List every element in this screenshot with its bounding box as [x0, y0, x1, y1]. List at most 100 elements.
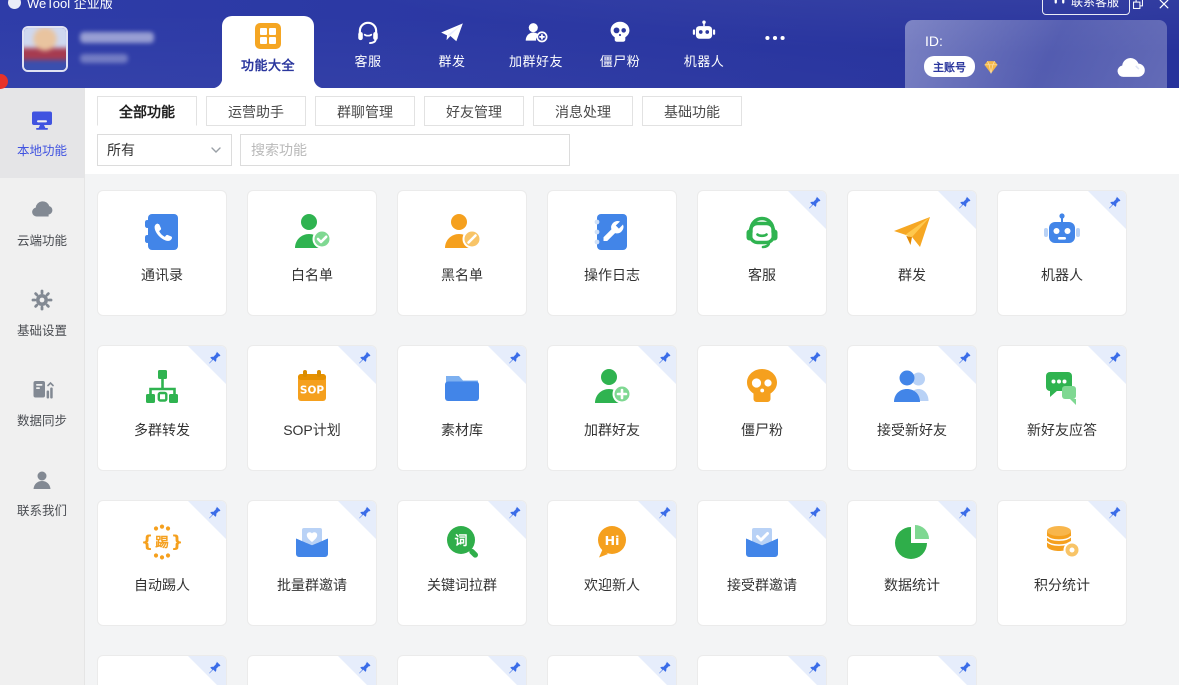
feature-card-白名单[interactable]: 白名单: [247, 190, 377, 316]
tab-基础功能[interactable]: 基础功能: [642, 96, 742, 126]
feature-card-label: 数据统计: [884, 577, 940, 593]
cloud-icon: [30, 198, 54, 222]
feature-card-素材库[interactable]: 素材库: [397, 345, 527, 471]
feature-card-自动踢人[interactable]: {} 踢自动踢人: [97, 500, 227, 626]
contact-support-button[interactable]: 联系客服: [1041, 0, 1130, 15]
pin-icon[interactable]: [807, 195, 822, 210]
sidebar: 本地功能 云端功能 基础设置 数据同步联系我们: [0, 88, 85, 685]
more-icon: [762, 25, 788, 51]
feature-card-grid: 通讯录 白名单 黑名单 操作日志 客服 群发 机器人多群转发 SOP SOP计划 素材库 加群好友 僵…: [85, 174, 1179, 685]
pin-icon[interactable]: [507, 660, 522, 675]
pin-icon[interactable]: [357, 350, 372, 365]
feature-card-操作日志[interactable]: 操作日志: [547, 190, 677, 316]
sidebar-item-数据同步[interactable]: 数据同步: [0, 358, 84, 448]
feature-card-客服[interactable]: 客服: [697, 190, 827, 316]
avatar[interactable]: [22, 26, 68, 72]
pin-icon[interactable]: [657, 505, 672, 520]
feature-card-label: 僵尸粉: [741, 422, 783, 438]
feature-card-积分统计[interactable]: 积分统计: [997, 500, 1127, 626]
topnav-item-功能大全[interactable]: 功能大全: [212, 16, 324, 88]
pin-icon[interactable]: [657, 350, 672, 365]
restore-window-icon[interactable]: [1131, 0, 1145, 16]
feature-card-接受群邀请[interactable]: 接受群邀请: [697, 500, 827, 626]
multi-group-forward-icon: [138, 363, 186, 411]
pin-icon[interactable]: [207, 660, 222, 675]
headset-mini-icon: [1053, 0, 1066, 9]
cloud-sync-icon: [1114, 56, 1147, 79]
pin-icon[interactable]: [807, 660, 822, 675]
pin-icon[interactable]: [357, 660, 372, 675]
robot-icon: [691, 19, 717, 45]
pin-icon[interactable]: [1107, 505, 1122, 520]
contacts-icon: [138, 208, 186, 256]
pin-icon[interactable]: [807, 505, 822, 520]
account-name-blurred: [80, 32, 154, 43]
feature-card-批量群邀请[interactable]: 批量群邀请: [247, 500, 377, 626]
tab-群聊管理[interactable]: 群聊管理: [315, 96, 415, 126]
pin-icon[interactable]: [357, 505, 372, 520]
feature-card-partial[interactable]: [847, 655, 977, 685]
feature-card-接受新好友[interactable]: 接受新好友: [847, 345, 977, 471]
topnav-item-机器人[interactable]: 机器人: [662, 18, 746, 70]
feature-card-SOP计划[interactable]: SOP SOP计划: [247, 345, 377, 471]
pin-icon[interactable]: [957, 505, 972, 520]
sidebar-item-基础设置[interactable]: 基础设置: [0, 268, 84, 358]
filter-row: 所有: [97, 134, 570, 166]
category-tabs: 全部功能 运营助手 群聊管理 好友管理 消息处理 基础功能: [97, 96, 742, 126]
search-input[interactable]: [240, 134, 570, 166]
pin-icon[interactable]: [507, 350, 522, 365]
pin-icon[interactable]: [207, 350, 222, 365]
feature-card-label: SOP计划: [283, 422, 341, 438]
skull-icon: [607, 19, 633, 45]
topnav-item-僵尸粉[interactable]: 僵尸粉: [578, 18, 662, 70]
topnav-item-加群好友[interactable]: 加群好友: [494, 18, 578, 70]
sidebar-item-label: 联系我们: [16, 503, 67, 518]
account-userbox[interactable]: [22, 26, 222, 76]
feature-card-黑名单[interactable]: 黑名单: [397, 190, 527, 316]
topnav-item-label: 机器人: [683, 54, 725, 69]
feature-card-partial[interactable]: [547, 655, 677, 685]
feature-card-多群转发[interactable]: 多群转发: [97, 345, 227, 471]
pin-icon[interactable]: [957, 350, 972, 365]
tab-好友管理[interactable]: 好友管理: [424, 96, 524, 126]
feature-card-partial[interactable]: [397, 655, 527, 685]
topnav-item-群发[interactable]: 群发: [410, 18, 494, 70]
account-id-panel: ID: 主账号: [905, 20, 1167, 88]
tab-全部功能[interactable]: 全部功能: [97, 96, 197, 126]
robot-card-icon: [1038, 208, 1086, 256]
pin-icon[interactable]: [507, 505, 522, 520]
sidebar-item-云端功能[interactable]: 云端功能: [0, 178, 84, 268]
pin-icon[interactable]: [1107, 350, 1122, 365]
topnav-item-more[interactable]: [748, 24, 802, 52]
topnav-item-客服[interactable]: 客服: [326, 18, 410, 70]
feature-card-加群好友[interactable]: 加群好友: [547, 345, 677, 471]
pin-icon[interactable]: [657, 660, 672, 675]
pin-icon[interactable]: [807, 350, 822, 365]
filter-dropdown[interactable]: 所有: [97, 134, 232, 166]
sidebar-item-本地功能[interactable]: 本地功能: [0, 88, 84, 178]
feature-card-partial[interactable]: [97, 655, 227, 685]
close-window-icon[interactable]: [1157, 0, 1171, 16]
feature-card-群发[interactable]: 群发: [847, 190, 977, 316]
pin-icon[interactable]: [207, 505, 222, 520]
account-subtitle-blurred: [80, 54, 128, 63]
sidebar-item-联系我们[interactable]: 联系我们: [0, 448, 84, 538]
feature-card-partial[interactable]: [247, 655, 377, 685]
pin-icon[interactable]: [957, 195, 972, 210]
feature-card-新好友应答[interactable]: 新好友应答: [997, 345, 1127, 471]
feature-card-机器人[interactable]: 机器人: [997, 190, 1127, 316]
feature-card-通讯录[interactable]: 通讯录: [97, 190, 227, 316]
feature-card-欢迎新人[interactable]: Hi 欢迎新人: [547, 500, 677, 626]
feature-card-关键词拉群[interactable]: 词关键词拉群: [397, 500, 527, 626]
pin-icon[interactable]: [957, 660, 972, 675]
batch-group-invite-icon: [288, 518, 336, 566]
feature-card-僵尸粉[interactable]: 僵尸粉: [697, 345, 827, 471]
feature-card-数据统计[interactable]: 数据统计: [847, 500, 977, 626]
feature-card-partial[interactable]: [697, 655, 827, 685]
points-stats-icon: [1038, 518, 1086, 566]
tab-运营助手[interactable]: 运营助手: [206, 96, 306, 126]
tab-消息处理[interactable]: 消息处理: [533, 96, 633, 126]
gear-icon: [30, 288, 54, 312]
feature-card-label: 通讯录: [141, 267, 183, 283]
pin-icon[interactable]: [1107, 195, 1122, 210]
